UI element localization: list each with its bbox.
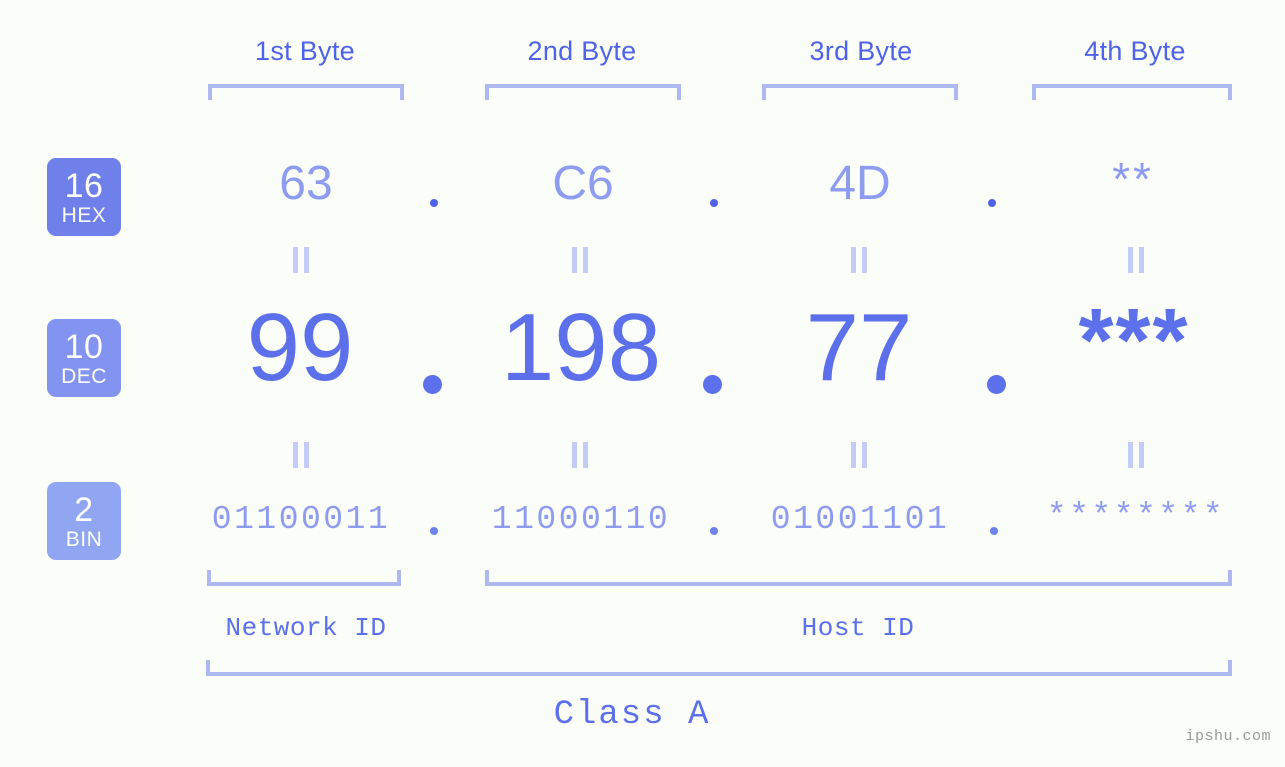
equals-mark-hex-dec-4	[1127, 247, 1145, 273]
byte-header-2: 2nd Byte	[527, 36, 637, 66]
byte-bracket-4	[1032, 84, 1232, 100]
equals-mark-dec-bin-3	[850, 442, 868, 468]
bin-byte-4: ********	[1046, 498, 1226, 535]
equals-mark-dec-bin-4	[1127, 442, 1145, 468]
byte-header-4: 4th Byte	[1084, 36, 1186, 66]
ip-byte-diagram: 1st Byte 2nd Byte 3rd Byte 4th Byte 16 H…	[0, 0, 1285, 767]
hex-byte-1: 63	[279, 157, 333, 210]
equals-mark-hex-dec-1	[292, 247, 310, 273]
bin-separator-2	[710, 527, 718, 535]
badge-hex: 16 HEX	[47, 158, 121, 236]
hex-separator-1	[430, 199, 438, 207]
badge-dec-label: DEC	[61, 364, 107, 388]
dec-separator-3	[987, 375, 1006, 394]
network-id-label: Network ID	[225, 613, 387, 643]
byte-header-1: 1st Byte	[255, 36, 355, 66]
bin-separator-3	[990, 527, 998, 535]
badge-dec: 10 DEC	[47, 319, 121, 397]
dec-byte-1: 99	[246, 294, 354, 401]
hex-byte-2: C6	[552, 157, 614, 210]
badge-bin-number: 2	[74, 490, 94, 529]
badge-dec-number: 10	[64, 327, 104, 366]
badge-hex-number: 16	[64, 166, 104, 205]
network-id-bracket	[207, 570, 401, 586]
byte-bracket-2	[485, 84, 681, 100]
dec-byte-3: 77	[805, 294, 913, 401]
hex-separator-2	[710, 199, 718, 207]
host-id-label: Host ID	[801, 613, 915, 643]
badge-bin: 2 BIN	[47, 482, 121, 560]
bin-byte-3: 01001101	[770, 501, 950, 538]
class-bracket	[206, 660, 1232, 676]
badge-hex-label: HEX	[61, 203, 107, 227]
equals-mark-hex-dec-2	[571, 247, 589, 273]
site-watermark: ipshu.com	[1185, 728, 1271, 745]
host-id-bracket	[485, 570, 1232, 586]
bin-byte-1: 01100011	[211, 501, 391, 538]
dec-byte-2: 198	[500, 294, 662, 401]
dec-separator-2	[703, 375, 722, 394]
hex-byte-3: 4D	[829, 157, 891, 210]
equals-mark-dec-bin-1	[292, 442, 310, 468]
badge-bin-label: BIN	[65, 527, 103, 551]
bin-separator-1	[430, 527, 438, 535]
dec-byte-4: ***	[1078, 291, 1190, 391]
hex-separator-3	[988, 199, 996, 207]
byte-bracket-1	[208, 84, 404, 100]
equals-mark-hex-dec-3	[850, 247, 868, 273]
dec-separator-1	[423, 375, 442, 394]
bin-byte-2: 11000110	[491, 501, 671, 538]
hex-byte-4: **	[1112, 153, 1154, 205]
class-label: Class A	[553, 696, 711, 734]
equals-mark-dec-bin-2	[571, 442, 589, 468]
byte-bracket-3	[762, 84, 958, 100]
byte-header-3: 3rd Byte	[809, 36, 913, 66]
